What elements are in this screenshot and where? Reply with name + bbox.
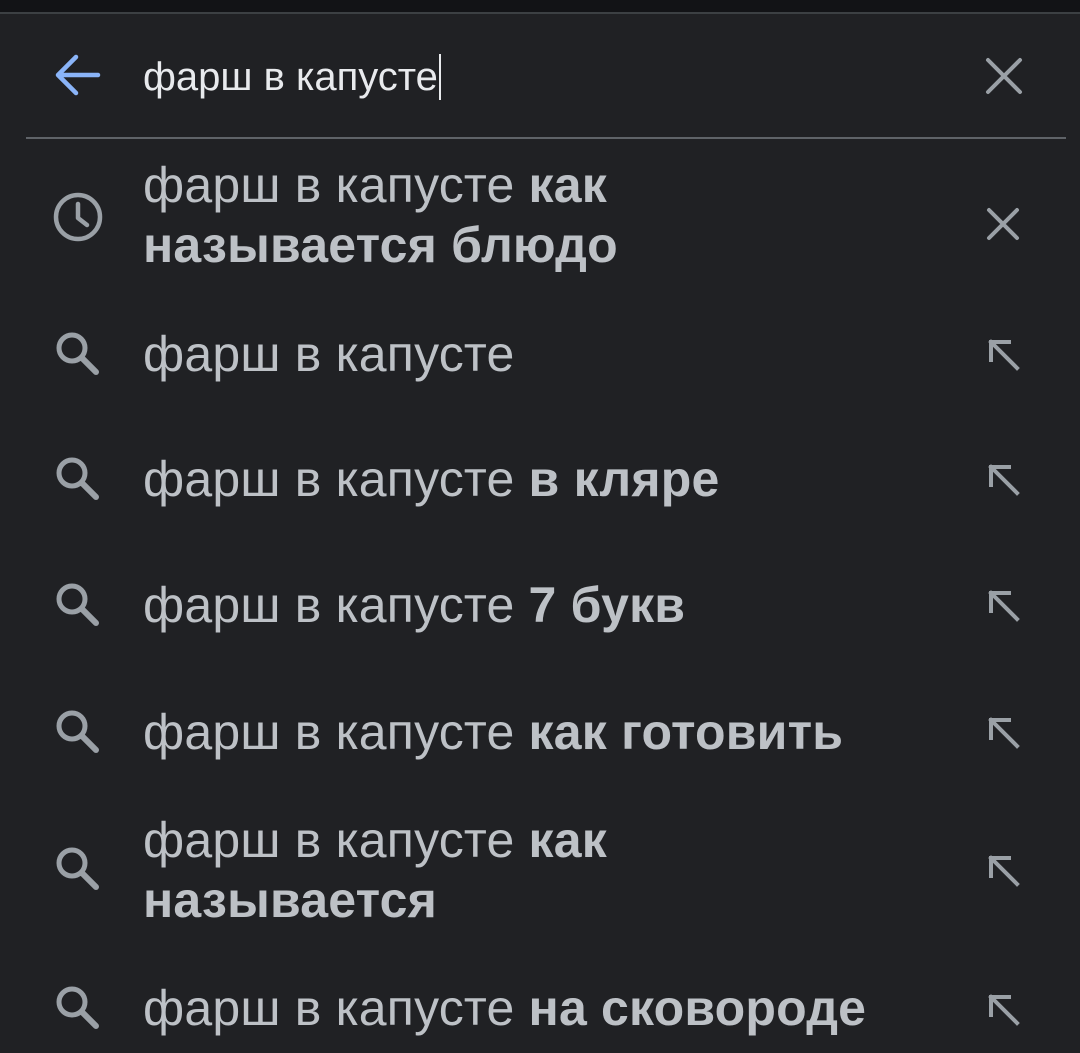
remove-history-icon[interactable] [978,199,1028,249]
suggestion-text: фарш в капусте как называется [143,812,608,928]
fill-query-arrow-icon[interactable] [978,454,1028,504]
back-arrow-icon[interactable] [52,52,106,98]
search-icon [50,326,106,382]
fill-query-arrow-icon[interactable] [978,707,1028,757]
search-query-text: фарш в капусте [143,55,438,99]
suggestion-row[interactable]: фарш в капусте 7 букв [0,550,1080,660]
suggestion-row[interactable]: фарш в капусте [0,299,1080,409]
suggestion-row[interactable]: фарш в капусте как называется [0,799,1080,949]
suggestion-text: фарш в капусте на сковороде [143,980,867,1036]
search-bar: фарш в капусте [0,14,1080,138]
search-icon [50,577,106,633]
clock-icon [50,189,106,245]
suggestion-text: фарш в капусте в кляре [143,451,720,507]
search-icon [50,704,106,760]
suggestion-text: фарш в капусте как готовить [143,704,844,760]
fill-query-arrow-icon[interactable] [978,329,1028,379]
search-icon [50,841,106,897]
clear-search-icon[interactable] [980,52,1028,100]
fill-query-arrow-icon[interactable] [978,580,1028,630]
suggestion-text: фарш в капусте [143,326,515,382]
suggestion-text: фарш в капусте 7 букв [143,577,686,633]
search-icon [50,451,106,507]
search-icon [50,980,106,1036]
suggestion-row-history[interactable]: фарш в капусте как называется блюдо [0,149,1080,299]
fill-query-arrow-icon[interactable] [978,984,1028,1034]
suggestion-text: фарш в капусте как называется блюдо [143,157,618,273]
fill-query-arrow-icon[interactable] [978,845,1028,895]
search-input[interactable]: фарш в капусте [143,52,441,102]
text-caret [438,54,441,100]
suggestion-row[interactable]: фарш в капусте как готовить [0,677,1080,787]
suggestion-row[interactable]: фарш в капусте на сковороде [0,954,1080,1053]
suggestion-row[interactable]: фарш в капусте в кляре [0,424,1080,534]
suggestion-list: фарш в капусте как называется блюдо фарш … [0,139,1080,1053]
status-bar-strip [0,0,1080,12]
